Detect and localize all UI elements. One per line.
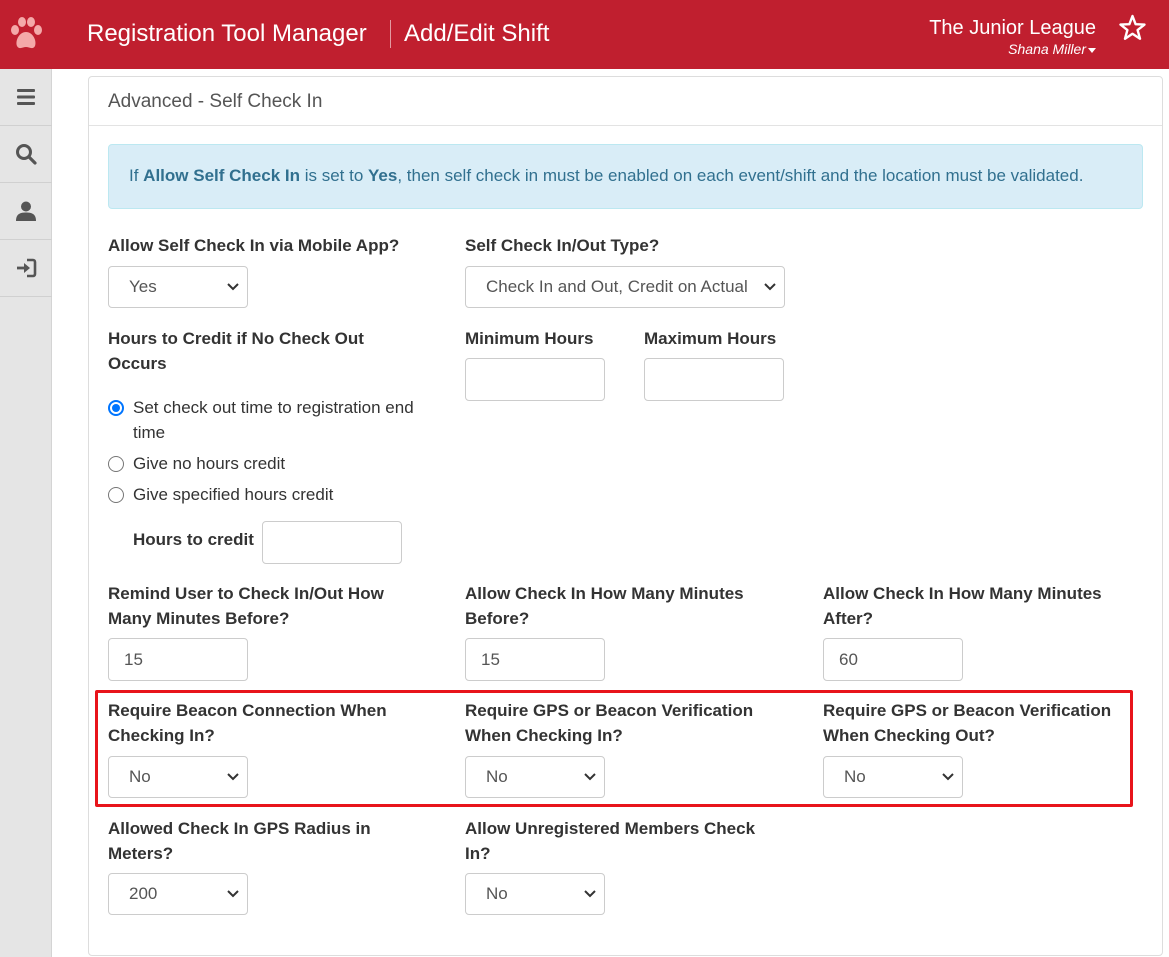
radio-button-checked[interactable] — [108, 400, 124, 416]
radio-button[interactable] — [108, 487, 124, 503]
require-beacon-in-label: Require Beacon Connection When Checking … — [108, 701, 387, 745]
sidebar-item-profile[interactable] — [0, 183, 52, 240]
remind-minutes-label: Remind User to Check In/Out How Many Min… — [108, 584, 384, 628]
allow-self-check-in-label: Allow Self Check In via Mobile App? — [108, 236, 400, 255]
caret-down-icon — [1088, 47, 1096, 53]
radio-label: Give specified hours credit — [133, 485, 334, 504]
allow-minutes-after-label: Allow Check In How Many Minutes After? — [823, 584, 1102, 628]
app-title[interactable]: Registration Tool Manager — [87, 19, 367, 49]
require-gps-in-label: Require GPS or Beacon Verification When … — [465, 701, 754, 745]
info-alert: If Allow Self Check In is set to Yes, th… — [108, 144, 1143, 209]
sidebar-item-search[interactable] — [0, 126, 52, 183]
menu-icon — [17, 89, 35, 105]
alert-mid: is set to — [299, 166, 369, 185]
require-gps-out-value: No — [844, 767, 866, 786]
gps-radius-label: Allowed Check In GPS Radius in Meters? — [108, 819, 371, 863]
panel-title: Advanced - Self Check In — [108, 91, 323, 112]
user-name: Shana Miller — [1008, 41, 1086, 57]
allow-unregistered-label: Allow Unregistered Members Check In? — [465, 819, 756, 863]
allow-minutes-before-label: Allow Check In How Many Minutes Before? — [465, 584, 744, 628]
check-type-value: Check In and Out, Credit on Actual — [486, 277, 748, 296]
require-beacon-in-value: No — [129, 767, 151, 786]
require-gps-in-value: No — [486, 767, 508, 786]
star-icon[interactable] — [1119, 14, 1146, 41]
alert-suffix: , then self check in must be enabled on … — [397, 166, 1084, 185]
allow-minutes-before-input[interactable]: 15 — [465, 638, 605, 681]
user-icon — [16, 201, 36, 221]
gps-radius-select[interactable]: 200 — [108, 873, 248, 915]
radio-label: Set check out time to registration end t… — [133, 398, 414, 442]
sidebar-item-menu[interactable] — [0, 69, 52, 126]
alert-strong-setting: Allow Self Check In — [143, 166, 300, 185]
top-bar: Registration Tool Manager Add/Edit Shift… — [0, 0, 1169, 69]
allow-self-check-in-value: Yes — [129, 277, 157, 296]
chevron-down-icon — [584, 773, 596, 781]
radio-button[interactable] — [108, 456, 124, 472]
panel-header: Advanced - Self Check In — [89, 77, 1162, 126]
sidebar-item-sign-in[interactable] — [0, 240, 52, 297]
require-gps-in-select[interactable]: No — [465, 756, 605, 798]
chevron-down-icon — [227, 773, 239, 781]
allow-unregistered-select[interactable]: No — [465, 873, 605, 915]
gps-radius-value: 200 — [129, 884, 158, 903]
alert-prefix: If — [129, 166, 144, 185]
paw-icon[interactable] — [9, 16, 43, 52]
require-gps-out-select[interactable]: No — [823, 756, 963, 798]
check-type-select[interactable]: Check In and Out, Credit on Actual — [465, 266, 785, 308]
require-gps-out-label: Require GPS or Beacon Verification When … — [823, 701, 1112, 745]
chevron-down-icon — [227, 890, 239, 898]
user-menu[interactable]: Shana Miller — [1008, 41, 1096, 58]
chevron-down-icon — [764, 283, 776, 291]
allow-unregistered-value: No — [486, 884, 508, 903]
minimum-hours-label: Minimum Hours — [465, 329, 594, 348]
alert-strong-value: Yes — [368, 166, 398, 185]
chevron-down-icon — [227, 283, 239, 291]
maximum-hours-label: Maximum Hours — [644, 329, 777, 348]
check-type-label: Self Check In/Out Type? — [465, 236, 660, 255]
chevron-down-icon — [584, 890, 596, 898]
chevron-down-icon — [942, 773, 954, 781]
title-divider — [390, 20, 391, 48]
radio-label: Give no hours credit — [133, 454, 286, 473]
hours-to-credit-input[interactable] — [262, 521, 402, 564]
maximum-hours-input[interactable] — [644, 358, 784, 401]
organization-name[interactable]: The Junior League — [929, 16, 1096, 40]
minimum-hours-input[interactable] — [465, 358, 605, 401]
remind-minutes-input[interactable]: 15 — [108, 638, 248, 681]
hours-if-no-checkout-label: Hours to Credit if No Check Out Occurs — [108, 329, 364, 373]
page-title: Add/Edit Shift — [404, 20, 550, 47]
hours-to-credit-label: Hours to credit — [133, 530, 254, 549]
allow-self-check-in-select[interactable]: Yes — [108, 266, 248, 308]
sidebar — [0, 69, 52, 957]
sign-in-icon — [17, 258, 37, 278]
allow-minutes-after-input[interactable]: 60 — [823, 638, 963, 681]
search-icon — [16, 144, 37, 165]
require-beacon-in-select[interactable]: No — [108, 756, 248, 798]
